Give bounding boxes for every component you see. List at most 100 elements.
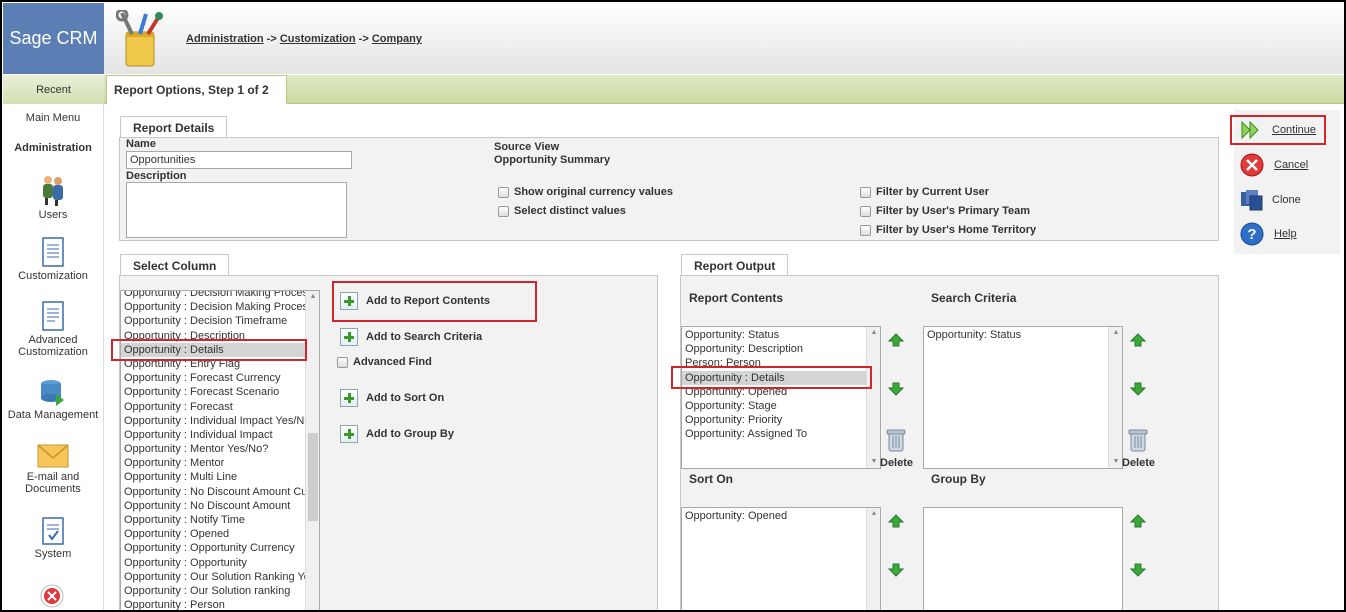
column-list-item[interactable]: Opportunity : Person [121, 598, 319, 611]
search-criteria-item[interactable]: Opportunity: Status [924, 328, 1122, 342]
report-contents-item[interactable]: Person: Person [682, 356, 880, 370]
column-list[interactable]: Opportunity : Decision Making Process Opp… [120, 290, 320, 612]
move-down-icon[interactable] [1130, 382, 1146, 396]
sidebar-item-label: E-mail and Documents [25, 471, 81, 495]
move-up-icon[interactable] [1130, 333, 1146, 347]
trash-icon[interactable] [886, 427, 906, 453]
clone-button[interactable]: Clone [1240, 189, 1301, 211]
report-contents-item[interactable]: Opportunity: Stage [682, 399, 880, 413]
select-distinct-checkbox[interactable]: Select distinct values [498, 205, 626, 217]
report-contents-scrollbar[interactable]: ▲ ▼ [866, 327, 880, 468]
breadcrumb-company[interactable]: Company [372, 33, 422, 45]
add-to-sort-on-button[interactable]: Add to Sort On [340, 389, 444, 407]
add-icon [340, 328, 358, 346]
add-icon [340, 292, 358, 310]
sage-crm-logo[interactable]: Sage CRM [3, 3, 104, 74]
sidebar-main-menu[interactable]: Main Menu [3, 112, 103, 124]
help-icon: ? [1240, 222, 1264, 246]
cancel-button[interactable]: Cancel [1240, 153, 1308, 177]
breadcrumb-customization[interactable]: Customization [280, 33, 356, 45]
delete-button-search-criteria[interactable]: Delete [1122, 457, 1155, 469]
column-list-item[interactable]: Opportunity : Decision Making Process [121, 291, 319, 300]
sort-on-item[interactable]: Opportunity: Opened [682, 509, 880, 523]
column-list-scrollbar[interactable]: ▲ [305, 291, 319, 611]
move-down-icon[interactable] [888, 563, 904, 577]
column-list-item[interactable]: Opportunity : No Discount Amount [121, 499, 319, 513]
column-list-item[interactable]: Opportunity : Details [121, 342, 319, 357]
sidebar-item-advanced-customization[interactable]: Advanced Customization [3, 301, 103, 358]
scroll-down-arrow[interactable]: ▼ [1109, 456, 1122, 468]
move-up-icon[interactable] [888, 333, 904, 347]
column-list-item[interactable]: Opportunity : Individual Impact Yes/No? [121, 414, 319, 428]
report-contents-item[interactable]: Opportunity: Priority [682, 413, 880, 427]
column-list-item[interactable]: Opportunity : Forecast Currency [121, 371, 319, 385]
column-list-item[interactable]: Opportunity : Forecast [121, 400, 319, 414]
scroll-thumb[interactable] [308, 433, 318, 521]
column-list-item[interactable]: Opportunity : Forecast Scenario [121, 385, 319, 399]
clone-icon [1241, 190, 1263, 211]
filter-primary-team-checkbox[interactable]: Filter by User's Primary Team [860, 205, 1030, 217]
sidebar-item-customization[interactable]: Customization [3, 237, 103, 282]
search-criteria-list[interactable]: Opportunity: Status ▲ ▼ [923, 326, 1123, 469]
report-contents-item[interactable]: Opportunity: Opened [682, 385, 880, 399]
column-list-item[interactable]: Opportunity : Description [121, 329, 319, 343]
report-contents-list[interactable]: Opportunity: Status Opportunity: Descript… [681, 326, 881, 469]
move-up-icon[interactable] [888, 514, 904, 528]
report-contents-item[interactable]: Opportunity: Status [682, 328, 880, 342]
scroll-up-arrow[interactable]: ▲ [1109, 327, 1122, 339]
scroll-up-arrow[interactable]: ▲ [867, 327, 880, 339]
scroll-down-arrow[interactable]: ▼ [867, 456, 880, 468]
add-to-search-criteria-button[interactable]: Add to Search Criteria [340, 328, 482, 346]
delete-button-report-contents[interactable]: Delete [880, 457, 913, 469]
filter-home-territory-checkbox[interactable]: Filter by User's Home Territory [860, 224, 1036, 236]
sidebar-item-system[interactable]: System [3, 517, 103, 560]
column-list-item[interactable]: Opportunity : Entry Flag [121, 357, 319, 371]
search-criteria-scrollbar[interactable]: ▲ ▼ [1108, 327, 1122, 468]
sidebar-section-title[interactable]: Administration [3, 142, 103, 154]
sort-on-list[interactable]: Opportunity: Opened ▲ [681, 507, 881, 612]
advanced-customization-icon [42, 301, 64, 331]
show-original-currency-checkbox[interactable]: Show original currency values [498, 186, 673, 198]
name-label: Name [126, 138, 156, 150]
add-to-report-contents-button[interactable]: Add to Report Contents [340, 292, 490, 310]
sort-on-scrollbar[interactable]: ▲ [866, 508, 880, 611]
move-down-icon[interactable] [1130, 563, 1146, 577]
column-list-item[interactable]: Opportunity : Opportunity Currency [121, 541, 319, 555]
continue-button[interactable]: Continue [1240, 120, 1316, 140]
group-by-list[interactable] [923, 507, 1123, 612]
report-contents-item[interactable]: Opportunity: Assigned To [682, 427, 880, 441]
sidebar-item-email-documents[interactable]: E-mail and Documents [3, 444, 103, 495]
move-up-icon[interactable] [1130, 514, 1146, 528]
column-list-item[interactable]: Opportunity : Our Solution ranking [121, 584, 319, 598]
move-down-icon[interactable] [888, 382, 904, 396]
filter-current-user-checkbox[interactable]: Filter by Current User [860, 186, 989, 198]
tab-recent[interactable]: Recent [3, 75, 104, 104]
column-list-item[interactable]: Opportunity : Opportunity [121, 556, 319, 570]
description-field[interactable] [126, 182, 347, 238]
report-contents-item[interactable]: Opportunity : Details [682, 370, 880, 385]
add-to-group-by-button[interactable]: Add to Group By [340, 425, 454, 443]
column-list-item[interactable]: Opportunity : Our Solution Ranking Yes/N… [121, 570, 319, 584]
sidebar-item-users[interactable]: Users [3, 174, 103, 221]
advanced-find-checkbox[interactable]: Advanced Find [337, 356, 432, 368]
breadcrumb-administration[interactable]: Administration [186, 33, 264, 45]
sidebar-item-data-management[interactable]: Data Management [3, 378, 103, 421]
column-list-item[interactable]: Opportunity : Multi Line [121, 470, 319, 484]
report-contents-item[interactable]: Opportunity: Description [682, 342, 880, 356]
tab-report-options[interactable]: Report Options, Step 1 of 2 [106, 75, 287, 104]
column-list-item[interactable]: Opportunity : Mentor [121, 456, 319, 470]
column-list-item[interactable]: Opportunity : Decision Making Process [121, 300, 319, 314]
logout-icon[interactable] [40, 584, 64, 608]
column-list-item[interactable]: Opportunity : Opened [121, 527, 319, 541]
report-name-input[interactable] [126, 151, 352, 169]
help-button[interactable]: ? Help [1240, 222, 1297, 246]
trash-icon[interactable] [1128, 427, 1148, 453]
scroll-up-arrow[interactable]: ▲ [867, 508, 880, 520]
column-list-item[interactable]: Opportunity : Notify Time [121, 513, 319, 527]
column-list-item[interactable]: Opportunity : Individual Impact [121, 428, 319, 442]
scroll-up-arrow[interactable]: ▲ [306, 291, 319, 303]
svg-text:?: ? [1247, 226, 1256, 243]
column-list-item[interactable]: Opportunity : Decision Timeframe [121, 314, 319, 328]
column-list-item[interactable]: Opportunity : Mentor Yes/No? [121, 442, 319, 456]
column-list-item[interactable]: Opportunity : No Discount Amount Currenc… [121, 485, 319, 499]
